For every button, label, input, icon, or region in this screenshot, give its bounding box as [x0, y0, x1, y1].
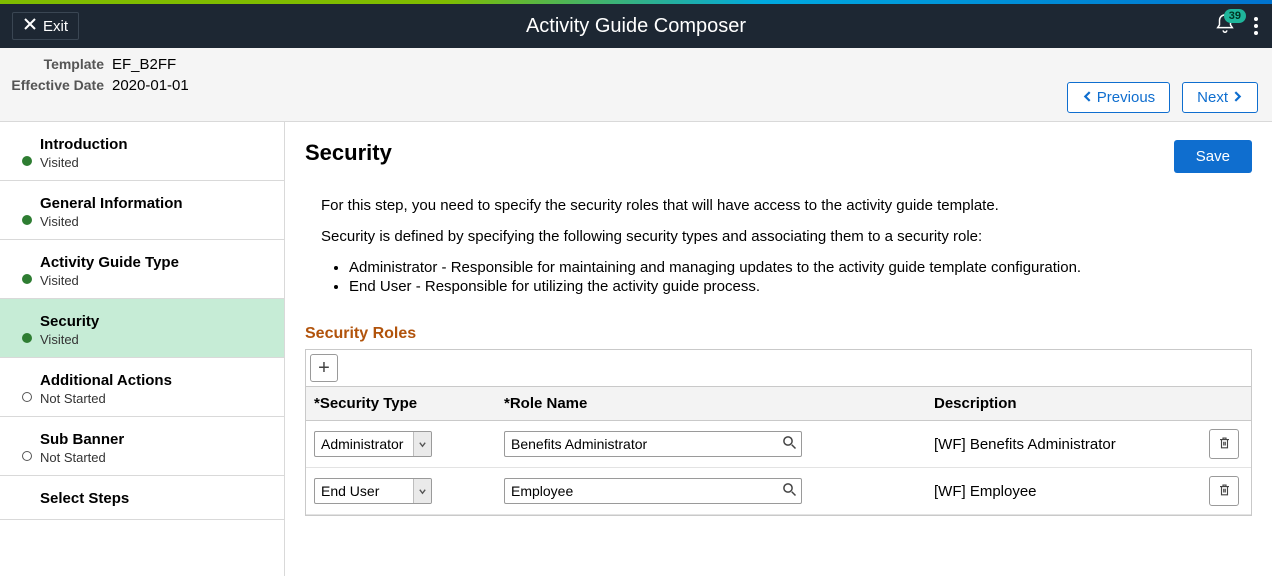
effective-date-value: 2020-01-01 — [112, 77, 189, 94]
step-title: Sub Banner — [40, 431, 268, 448]
table-row: Administrator [WF] Benefits Administrator — [306, 421, 1251, 468]
step-status: Not Started — [40, 450, 268, 465]
chevron-left-icon — [1082, 89, 1093, 106]
status-dot-icon — [22, 274, 32, 284]
exit-button[interactable]: Exit — [12, 12, 79, 40]
page-header-title: Activity Guide Composer — [0, 15, 1272, 38]
table-row: End User [WF] Employee — [306, 468, 1251, 515]
role-description: [WF] Employee — [926, 468, 1201, 515]
plus-icon: + — [318, 358, 330, 378]
step-status: Visited — [40, 273, 268, 288]
intro-bullet-2: End User - Responsible for utilizing the… — [349, 278, 1252, 295]
status-dot-icon — [22, 156, 32, 166]
step-title: Select Steps — [40, 490, 268, 507]
role-name-input[interactable] — [504, 431, 802, 457]
notification-badge: 39 — [1224, 9, 1246, 23]
page-title: Security — [305, 140, 392, 166]
sidebar-step[interactable]: Introduction Visited — [0, 122, 284, 181]
col-header-description: Description — [926, 387, 1201, 421]
security-roles-grid: + *Security Type *Role Name Description … — [305, 349, 1252, 516]
sidebar-step[interactable]: Activity Guide Type Visited — [0, 240, 284, 299]
template-label: Template — [6, 56, 112, 72]
sidebar-step[interactable]: Select Steps — [0, 476, 284, 520]
status-dot-icon — [22, 392, 32, 402]
col-header-security-type: *Security Type — [306, 387, 496, 421]
exit-label: Exit — [43, 18, 68, 35]
context-bar: Template EF_B2FF Effective Date 2020-01-… — [0, 48, 1272, 122]
step-sidebar: Introduction Visited General Information Vi… — [0, 122, 285, 576]
step-title: Activity Guide Type — [40, 254, 268, 271]
section-title-security-roles: Security Roles — [305, 325, 1252, 343]
sidebar-step[interactable]: Additional Actions Not Started — [0, 358, 284, 417]
intro-bullet-1: Administrator - Responsible for maintain… — [349, 259, 1252, 276]
step-status: Visited — [40, 214, 268, 229]
step-title: Additional Actions — [40, 372, 268, 389]
previous-button[interactable]: Previous — [1067, 82, 1170, 113]
lookup-button[interactable] — [780, 482, 798, 500]
add-row-button[interactable]: + — [310, 354, 338, 382]
search-icon — [782, 435, 797, 454]
main-content: Security Save For this step, you need to… — [285, 122, 1272, 576]
intro-text: For this step, you need to specify the s… — [321, 197, 1252, 295]
step-status: Visited — [40, 332, 268, 347]
security-type-select[interactable]: Administrator — [314, 431, 432, 457]
trash-icon — [1217, 435, 1232, 453]
security-type-select[interactable]: End User — [314, 478, 432, 504]
step-title: Security — [40, 313, 268, 330]
intro-paragraph-2: Security is defined by specifying the fo… — [321, 228, 1252, 245]
template-value: EF_B2FF — [112, 56, 176, 73]
next-button[interactable]: Next — [1182, 82, 1258, 113]
status-dot-icon — [22, 451, 32, 461]
effective-date-label: Effective Date — [6, 77, 112, 93]
previous-label: Previous — [1097, 89, 1155, 106]
intro-paragraph-1: For this step, you need to specify the s… — [321, 197, 1252, 214]
step-status: Visited — [40, 155, 268, 170]
step-title: Introduction — [40, 136, 268, 153]
role-name-input[interactable] — [504, 478, 802, 504]
app-header: Exit Activity Guide Composer 39 — [0, 4, 1272, 48]
role-description: [WF] Benefits Administrator — [926, 421, 1201, 468]
trash-icon — [1217, 482, 1232, 500]
actions-menu-button[interactable] — [1250, 10, 1262, 42]
save-button[interactable]: Save — [1174, 140, 1252, 173]
step-status: Not Started — [40, 391, 268, 406]
search-icon — [782, 482, 797, 501]
next-label: Next — [1197, 89, 1228, 106]
delete-row-button[interactable] — [1209, 429, 1239, 459]
sidebar-step[interactable]: General Information Visited — [0, 181, 284, 240]
chevron-right-icon — [1232, 89, 1243, 106]
lookup-button[interactable] — [780, 435, 798, 453]
notifications-button[interactable]: 39 — [1214, 13, 1236, 39]
status-dot-icon — [22, 215, 32, 225]
close-icon — [23, 17, 37, 35]
status-dot-icon — [22, 333, 32, 343]
bell-icon — [1214, 22, 1236, 39]
col-header-role-name: *Role Name — [496, 387, 926, 421]
step-title: General Information — [40, 195, 268, 212]
sidebar-step[interactable]: Sub Banner Not Started — [0, 417, 284, 476]
delete-row-button[interactable] — [1209, 476, 1239, 506]
sidebar-step[interactable]: Security Visited — [0, 299, 284, 358]
